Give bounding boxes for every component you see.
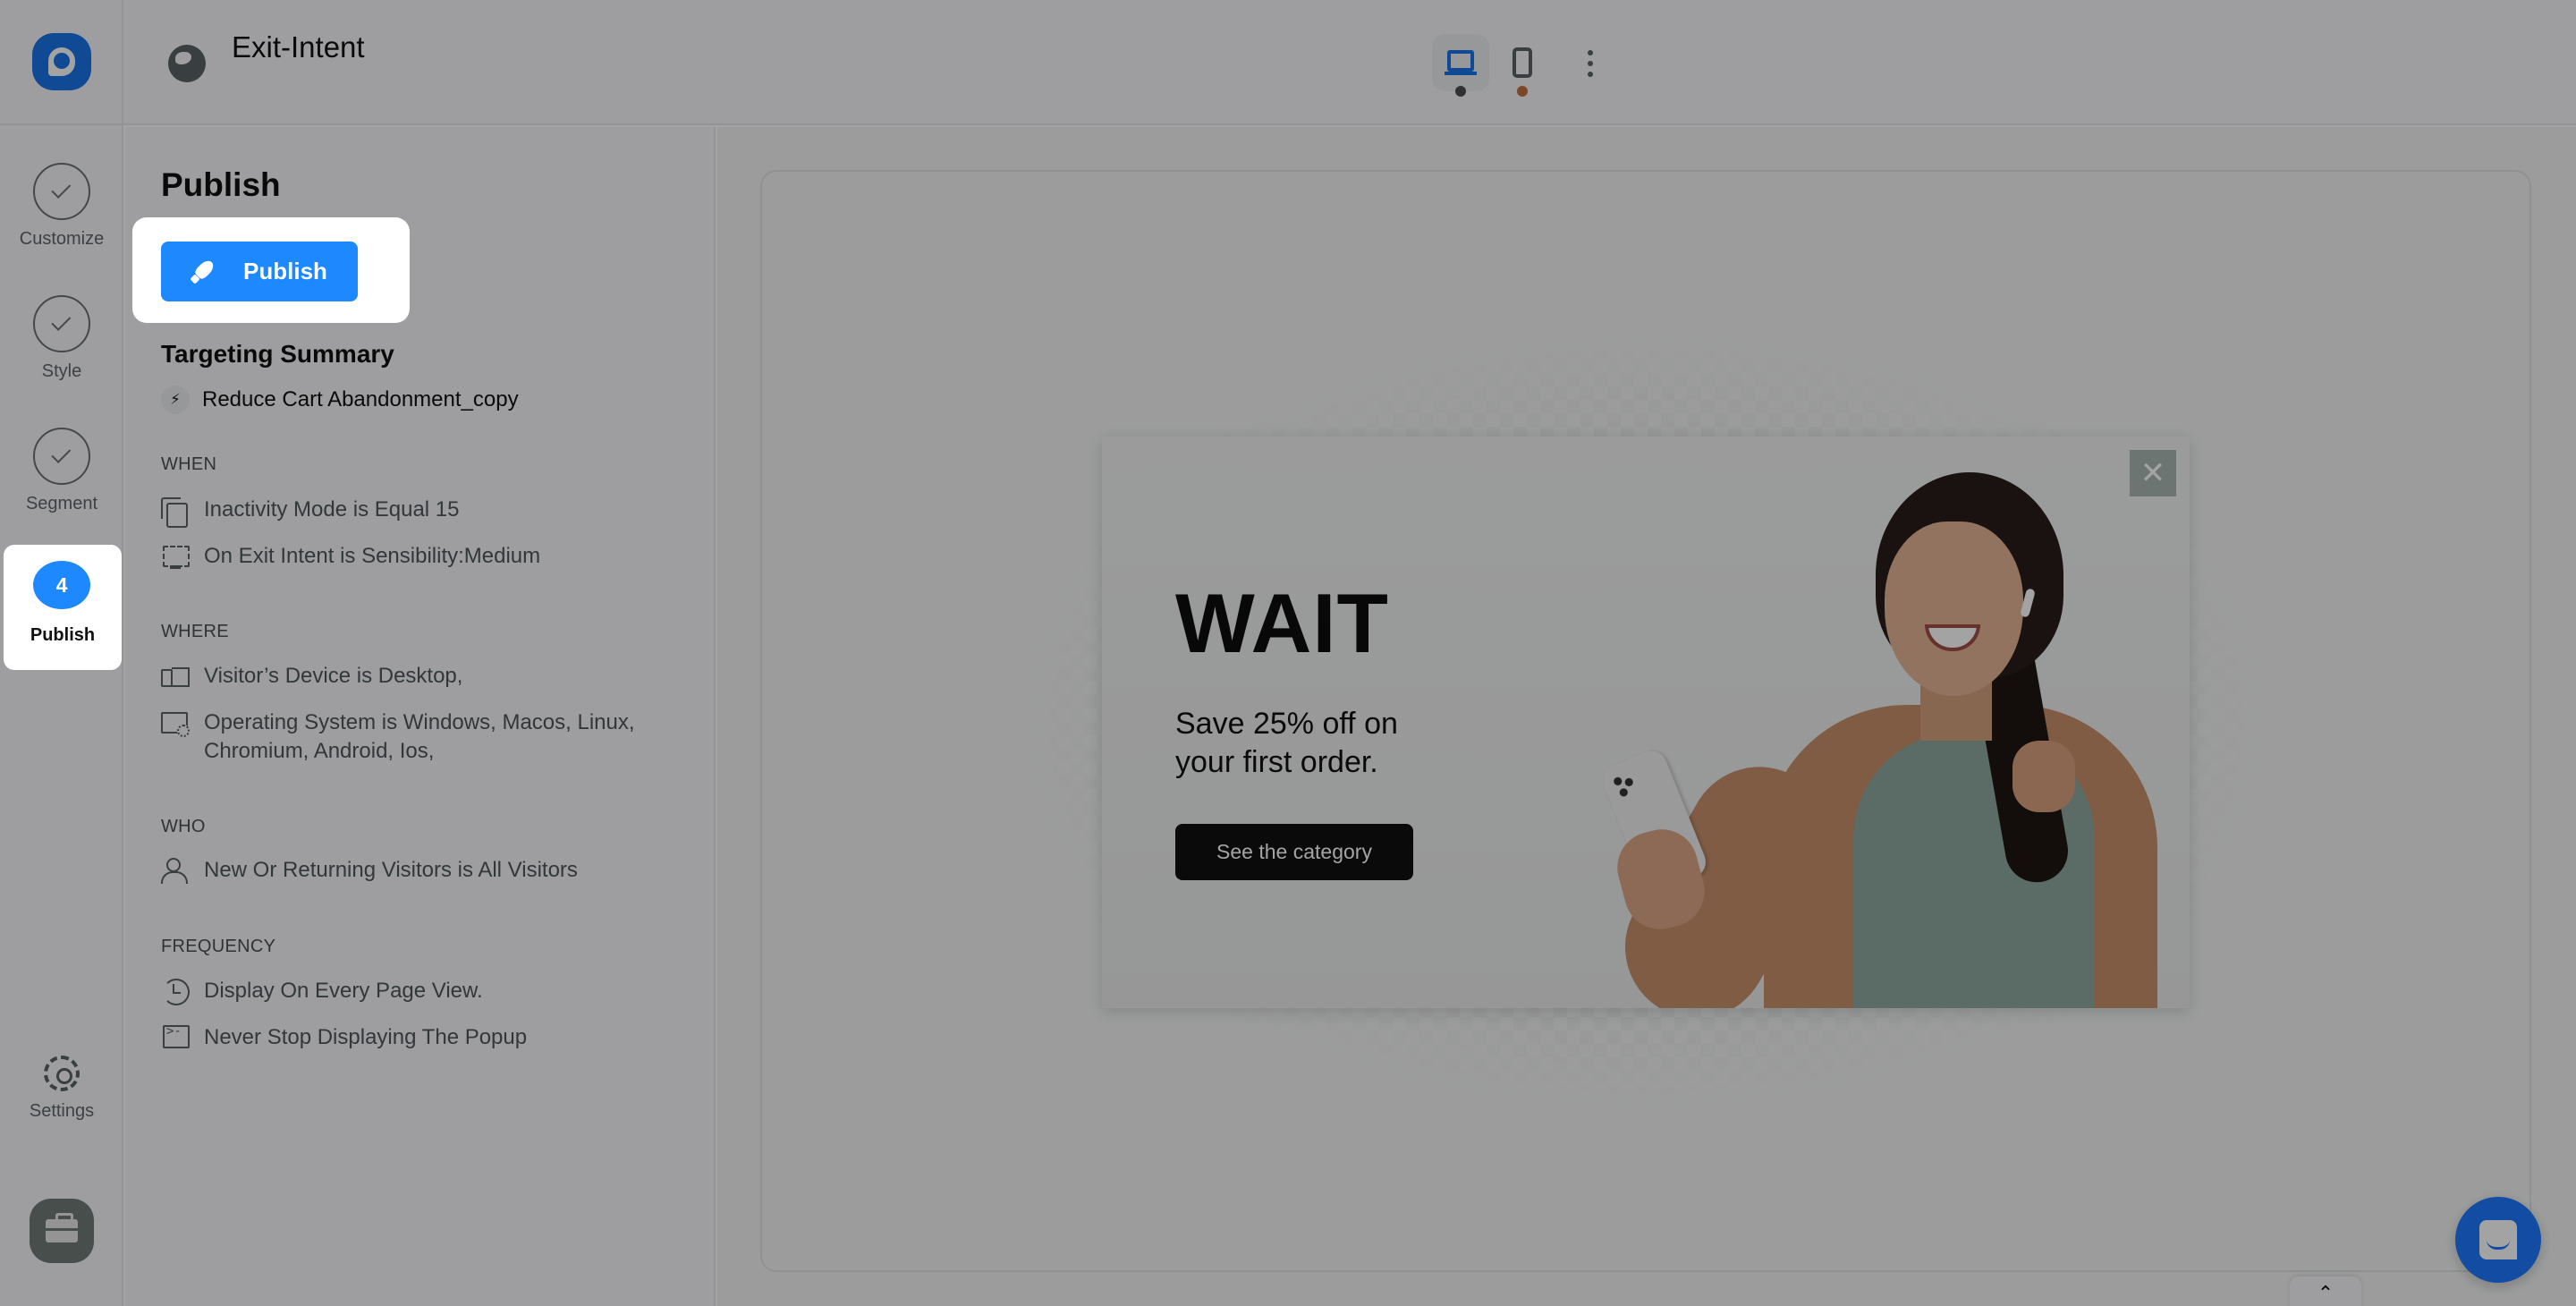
rocket-icon bbox=[191, 259, 216, 284]
step-publish[interactable]: 4 Publish bbox=[4, 545, 122, 670]
step-label: Publish bbox=[30, 625, 96, 645]
exit-intent-popup-preview: WAIT Save 25% off on your first order. S… bbox=[1102, 437, 2190, 1008]
history-icon bbox=[161, 979, 191, 1005]
page-title: Exit-Intent bbox=[232, 30, 365, 64]
app-logo-icon[interactable] bbox=[32, 33, 91, 90]
see-category-button[interactable]: See the category bbox=[1175, 824, 1413, 880]
chat-launcher-button[interactable] bbox=[2455, 1197, 2541, 1283]
popup-subtext: Save 25% off on your first order. bbox=[1175, 707, 1398, 779]
step-customize[interactable]: Customize bbox=[0, 143, 123, 259]
chat-icon bbox=[2479, 1220, 2517, 1259]
publish-button-label: Publish bbox=[243, 258, 327, 284]
targeting-summary-title: Targeting Summary bbox=[161, 340, 394, 368]
rule-text: Visitor’s Device is Desktop, bbox=[204, 664, 463, 688]
gear-icon bbox=[44, 1056, 80, 1091]
top-header: Exit-Intent bbox=[123, 0, 2576, 125]
rule-text: Never Stop Displaying The Popup bbox=[204, 1025, 528, 1049]
step-label: Style bbox=[41, 361, 82, 381]
close-icon[interactable]: ✕ bbox=[2130, 450, 2176, 496]
model-photo bbox=[1597, 437, 2190, 1008]
rule-text: Inactivity Mode is Equal 15 bbox=[204, 497, 460, 522]
devices-icon bbox=[161, 664, 191, 691]
mobile-status-dot bbox=[1517, 86, 1528, 97]
rule-text: New Or Returning Visitors is All Visitor… bbox=[204, 858, 578, 882]
users-icon bbox=[161, 858, 191, 885]
step-done-indicator bbox=[33, 163, 90, 220]
phone-icon bbox=[1513, 47, 1532, 78]
campaign-name: Reduce Cart Abandonment_copy bbox=[202, 387, 519, 411]
desktop-view-button[interactable] bbox=[1432, 34, 1489, 91]
rule-item: Operating System is Windows, Macos, Linu… bbox=[161, 708, 680, 766]
step-style[interactable]: Style bbox=[0, 276, 123, 392]
settings-button[interactable]: Settings bbox=[0, 1056, 123, 1122]
step-done-indicator bbox=[33, 428, 90, 485]
rule-item: Never Stop Displaying The Popup bbox=[161, 1023, 698, 1052]
settings-label: Settings bbox=[29, 1101, 95, 1121]
globe-icon bbox=[168, 45, 206, 82]
step-segment[interactable]: Segment bbox=[0, 408, 123, 524]
briefcase-button[interactable] bbox=[30, 1199, 94, 1263]
exit-monitor-icon bbox=[161, 544, 191, 571]
check-icon bbox=[51, 310, 72, 331]
collapse-toggle-button[interactable]: ⌃ bbox=[2290, 1276, 2361, 1306]
rule-item: Inactivity Mode is Equal 15 bbox=[161, 496, 698, 528]
rule-item: On Exit Intent is Sensibility:Medium bbox=[161, 542, 698, 571]
section-label-who: WHO bbox=[161, 817, 206, 836]
rule-text: On Exit Intent is Sensibility:Medium bbox=[204, 544, 541, 568]
rule-item: Display On Every Page View. bbox=[161, 977, 698, 1005]
step-done-indicator bbox=[33, 295, 90, 352]
publish-button[interactable]: Publish bbox=[161, 242, 358, 301]
popup-headline: WAIT bbox=[1175, 576, 1389, 670]
laptop-icon bbox=[1445, 50, 1477, 75]
rule-item: New Or Returning Visitors is All Visitor… bbox=[161, 856, 698, 885]
section-label-where: WHERE bbox=[161, 622, 229, 641]
campaign-row: ⚡ Reduce Cart Abandonment_copy bbox=[161, 386, 519, 414]
rule-item: Visitor’s Device is Desktop, bbox=[161, 662, 698, 691]
rule-text: Display On Every Page View. bbox=[204, 979, 483, 1003]
panel-title: Publish bbox=[161, 166, 281, 203]
section-label-when: WHEN bbox=[161, 454, 217, 474]
check-icon bbox=[51, 443, 72, 463]
check-icon bbox=[51, 178, 72, 199]
copy-icon bbox=[161, 497, 191, 528]
desktop-status-dot bbox=[1455, 86, 1466, 97]
step-label: Segment bbox=[25, 494, 98, 513]
bolt-icon: ⚡ bbox=[161, 386, 190, 414]
step-number-badge: 4 bbox=[33, 561, 90, 609]
step-label: Customize bbox=[19, 229, 105, 249]
terminal-monitor-icon bbox=[161, 1024, 191, 1052]
mobile-view-button[interactable] bbox=[1510, 45, 1535, 81]
section-label-frequency: FREQUENCY bbox=[161, 937, 276, 956]
rule-text: Operating System is Windows, Macos, Linu… bbox=[204, 710, 635, 763]
kebab-menu-icon[interactable] bbox=[1586, 50, 1595, 77]
os-settings-icon bbox=[161, 710, 191, 737]
logo-area bbox=[0, 0, 123, 125]
briefcase-icon bbox=[46, 1213, 78, 1242]
